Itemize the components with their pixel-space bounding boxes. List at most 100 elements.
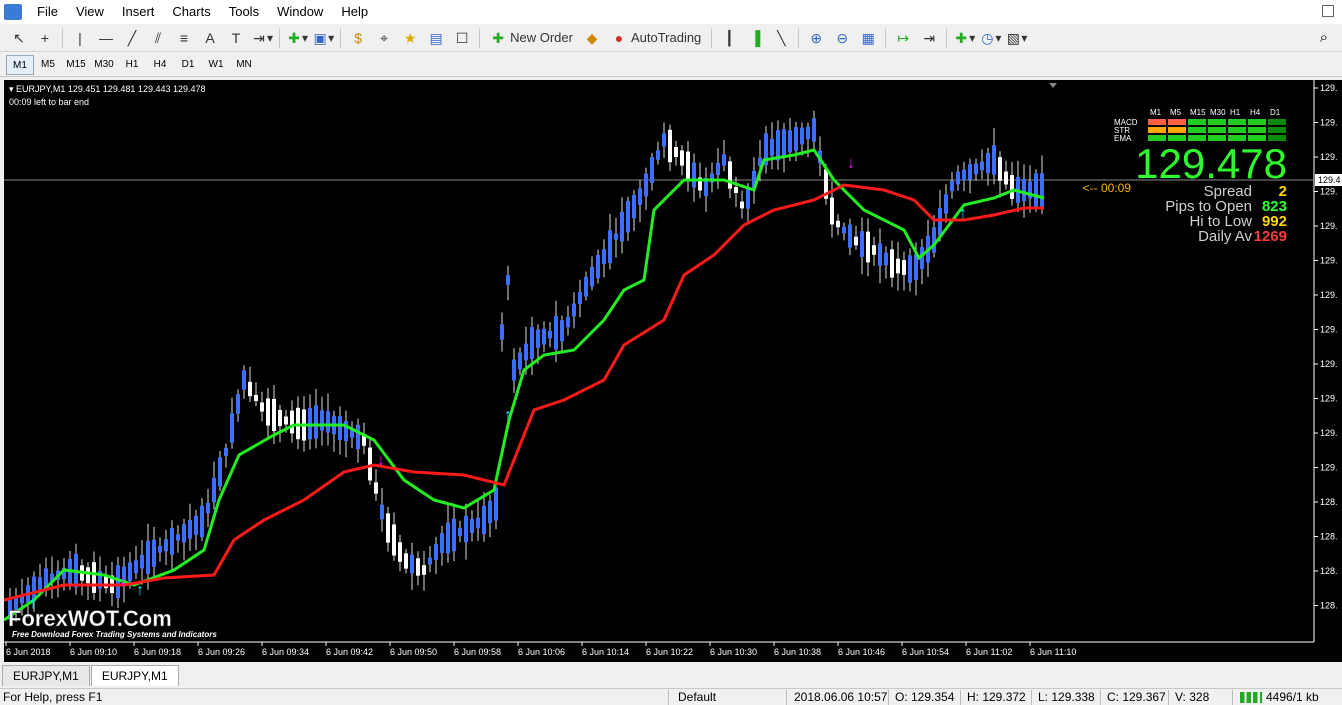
price-chart[interactable]: 129. 129. 129. 129. 129. 129. 129. 129. 129. 129.… (3, 80, 1342, 662)
candle-body (626, 200, 630, 233)
x-tick-label: 6 Jun 09:26 (198, 647, 245, 657)
buy-arrow-icon: ↑ (959, 205, 967, 222)
zoom-in-icon[interactable]: ⊕ (805, 27, 827, 49)
timeframe-m15[interactable]: M15 (62, 55, 90, 75)
autoscroll-icon[interactable]: ⇥ (918, 27, 940, 49)
candle-body (872, 245, 876, 255)
candle-body (830, 197, 834, 225)
periods-icon[interactable]: ◷ ▾ (979, 27, 1001, 49)
candle-body (272, 398, 276, 432)
timeframe-w1[interactable]: W1 (202, 55, 230, 75)
candle-body (440, 533, 444, 553)
status-traffic-value: 4496/1 kb (1266, 690, 1319, 704)
line-chart-icon[interactable]: ╲ (770, 27, 792, 49)
candle-body (890, 249, 894, 278)
menu-help[interactable]: Help (332, 0, 377, 24)
window-restore-icon[interactable] (1322, 5, 1334, 17)
horizontal-line-icon[interactable]: — (95, 27, 117, 49)
x-tick-label: 6 Jun 10:30 (710, 647, 757, 657)
autotrading-button[interactable]: ● AutoTrading (607, 27, 705, 49)
candle-body (530, 327, 534, 359)
new-order-icon: ✚ (492, 29, 504, 46)
equidistant-channel-icon[interactable]: ⫽ (147, 27, 169, 49)
toolbar-divider (62, 27, 63, 48)
candle-body (860, 231, 864, 257)
search-icon[interactable]: ⌕ (1320, 29, 1328, 46)
candle-body (1040, 173, 1044, 207)
data-window-icon[interactable]: ⌖ (373, 27, 395, 49)
bar-chart-icon[interactable]: ┃ (718, 27, 740, 49)
chart-shift-icon[interactable]: ↦ (892, 27, 914, 49)
candle-body (290, 410, 294, 434)
text-tool-icon[interactable]: A (199, 27, 221, 49)
new-chart-icon[interactable]: ✚ ▾ (286, 27, 308, 49)
candle-body (770, 138, 774, 156)
candle-body (428, 557, 432, 565)
candle-body (224, 447, 228, 457)
timeframe-h4[interactable]: H4 (146, 55, 174, 75)
candle-body (524, 343, 528, 361)
candle-body (458, 527, 462, 537)
candle-body (812, 118, 816, 142)
y-tick-label: 129. (1320, 428, 1338, 438)
candle-body (650, 157, 654, 183)
candle-body (680, 150, 684, 166)
navigator-icon[interactable]: ★ (399, 27, 421, 49)
menu-file[interactable]: File (28, 0, 67, 24)
candle-body (284, 416, 288, 425)
candle-body (218, 457, 222, 487)
candle-body (584, 276, 588, 297)
menu-tools[interactable]: Tools (220, 0, 268, 24)
candle-body (506, 275, 510, 285)
profiles-icon[interactable]: ▣ ▾ (312, 27, 334, 49)
candle-body (542, 328, 546, 345)
panel-cell (1268, 119, 1286, 125)
timeframe-h1[interactable]: H1 (118, 55, 146, 75)
timeframe-mn[interactable]: MN (230, 55, 258, 75)
candle-body (206, 502, 210, 514)
candlestick-icon[interactable]: ▐ (744, 27, 766, 49)
zoom-out-icon[interactable]: ⊖ (831, 27, 853, 49)
new-order-button[interactable]: ✚ New Order (486, 27, 577, 49)
chart-tab[interactable]: EURJPY,M1 (2, 665, 90, 686)
trendline-icon[interactable]: ╱ (121, 27, 143, 49)
panel-cell (1188, 127, 1206, 133)
x-tick-label: 6 Jun 09:34 (262, 647, 309, 657)
fibonacci-icon[interactable]: ≡ (173, 27, 195, 49)
timeframe-m5[interactable]: M5 (34, 55, 62, 75)
market-watch-icon[interactable]: $ (347, 27, 369, 49)
crosshair-tool-icon[interactable]: + (34, 27, 56, 49)
candle-body (374, 482, 378, 494)
candle-body (716, 162, 720, 176)
candle-body (500, 324, 504, 340)
terminal-icon[interactable]: ▤ (425, 27, 447, 49)
x-tick-label: 6 Jun 10:38 (774, 647, 821, 657)
menu-insert[interactable]: Insert (113, 0, 164, 24)
menu-charts[interactable]: Charts (163, 0, 219, 24)
candle-body (350, 430, 354, 438)
candle-body (578, 291, 582, 305)
candle-body (320, 410, 324, 431)
candle-body (140, 554, 144, 569)
vertical-line-icon[interactable]: | (69, 27, 91, 49)
text-label-icon[interactable]: T (225, 27, 247, 49)
arrows-dropdown-icon[interactable]: ⇥ ▾ (251, 27, 273, 49)
menu-view[interactable]: View (67, 0, 113, 24)
chart-tab-active[interactable]: EURJPY,M1 (90, 665, 179, 686)
timeframe-d1[interactable]: D1 (174, 55, 202, 75)
sell-arrow-icon: ↓ (847, 155, 855, 172)
y-tick-label: 129. (1320, 187, 1338, 197)
indicators-icon[interactable]: ✚ ▾ (953, 27, 975, 49)
tile-windows-icon[interactable]: ▦ (857, 27, 879, 49)
chart-window[interactable]: 129. 129. 129. 129. 129. 129. 129. 129. 129. 129.… (3, 80, 1342, 662)
templates-icon[interactable]: ▧ ▾ (1005, 27, 1028, 49)
metaeditor-icon[interactable]: ◆ (581, 27, 603, 49)
cursor-tool-icon[interactable]: ↖ (8, 27, 30, 49)
timeframe-m1[interactable]: M1 (6, 54, 34, 75)
strategy-tester-icon[interactable]: ☐ (451, 27, 473, 49)
menu-window[interactable]: Window (268, 0, 332, 24)
y-tick-label: 128. (1320, 566, 1338, 576)
sell-arrow-icon: ↓ (377, 452, 385, 469)
timeframe-m30[interactable]: M30 (90, 55, 118, 75)
candle-body (134, 560, 138, 573)
